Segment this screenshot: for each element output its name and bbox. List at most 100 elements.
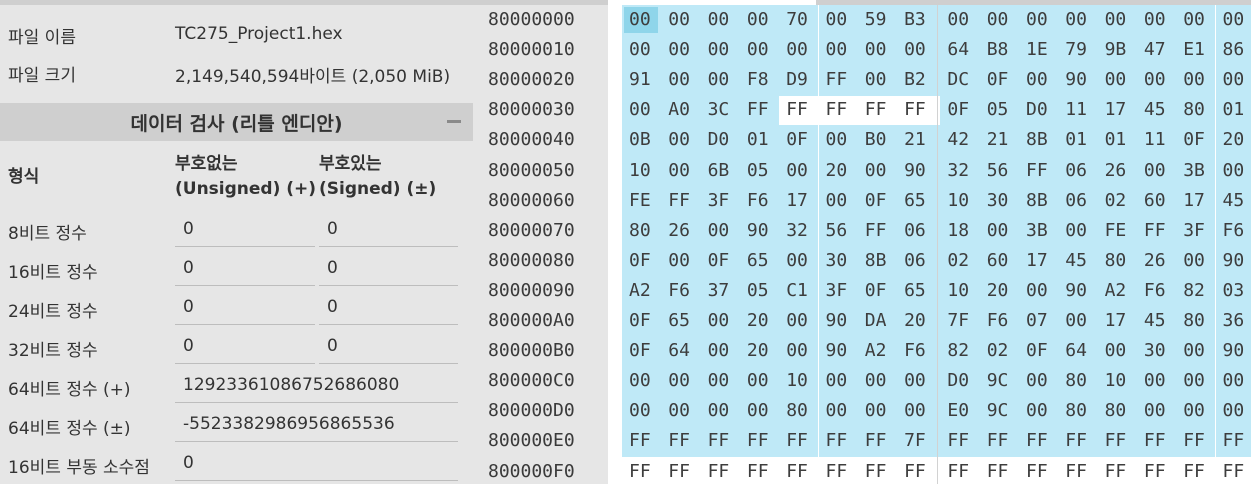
hex-byte[interactable]: 00 bbox=[668, 39, 690, 60]
hex-byte[interactable]: 80 bbox=[1105, 250, 1127, 271]
hex-byte[interactable]: 06 bbox=[1065, 160, 1087, 181]
hex-byte[interactable]: 02 bbox=[987, 340, 1009, 361]
hex-byte[interactable]: 02 bbox=[1105, 190, 1127, 211]
hex-byte[interactable]: FF bbox=[987, 430, 1009, 451]
hex-byte[interactable]: 21 bbox=[904, 129, 926, 150]
hex-byte[interactable]: 03 bbox=[1223, 280, 1245, 301]
hex-byte[interactable]: 80 bbox=[1065, 370, 1087, 391]
hex-byte[interactable]: FF bbox=[786, 99, 808, 120]
hex-byte[interactable]: 00 bbox=[708, 69, 730, 90]
unsigned-value-field[interactable]: 0 bbox=[183, 297, 194, 317]
hex-byte[interactable]: 01 bbox=[1105, 129, 1127, 150]
hex-byte[interactable]: 10 bbox=[629, 160, 651, 181]
hex-byte[interactable]: 00 bbox=[904, 39, 926, 60]
hex-byte[interactable]: F6 bbox=[747, 190, 769, 211]
hex-byte[interactable]: 00 bbox=[826, 370, 848, 391]
hex-byte[interactable]: FF bbox=[747, 99, 769, 120]
hex-byte[interactable]: 9C bbox=[987, 400, 1009, 421]
hex-byte[interactable]: 00 bbox=[1183, 250, 1205, 271]
hex-byte[interactable]: B8 bbox=[987, 39, 1009, 60]
hex-byte[interactable]: 05 bbox=[747, 280, 769, 301]
hex-byte[interactable]: 00 bbox=[947, 9, 969, 30]
hex-byte[interactable]: A2 bbox=[865, 340, 887, 361]
hex-byte[interactable]: 90 bbox=[826, 310, 848, 331]
hex-byte[interactable]: 3C bbox=[708, 99, 730, 120]
hex-byte[interactable]: C1 bbox=[786, 280, 808, 301]
hex-byte[interactable]: 65 bbox=[904, 190, 926, 211]
hex-byte[interactable]: 00 bbox=[1223, 9, 1245, 30]
hex-byte[interactable]: 10 bbox=[786, 370, 808, 391]
hex-byte[interactable]: D0 bbox=[947, 370, 969, 391]
hex-byte[interactable]: 0F bbox=[865, 280, 887, 301]
hex-byte[interactable]: 00 bbox=[987, 220, 1009, 241]
hex-byte[interactable]: 00 bbox=[826, 129, 848, 150]
hex-byte[interactable]: FF bbox=[865, 461, 887, 482]
hex-byte[interactable]: 00 bbox=[1223, 370, 1245, 391]
hex-byte[interactable]: 00 bbox=[1065, 9, 1087, 30]
hex-byte[interactable]: E1 bbox=[1183, 39, 1205, 60]
hex-byte[interactable]: 01 bbox=[747, 129, 769, 150]
hex-byte[interactable]: 00 bbox=[1026, 370, 1048, 391]
hex-byte[interactable]: D9 bbox=[786, 69, 808, 90]
hex-byte[interactable]: DA bbox=[865, 310, 887, 331]
hex-byte[interactable]: 60 bbox=[1144, 190, 1166, 211]
hex-byte[interactable]: 00 bbox=[786, 310, 808, 331]
hex-byte[interactable]: 00 bbox=[1144, 160, 1166, 181]
hex-byte[interactable]: 90 bbox=[1223, 340, 1245, 361]
hex-byte[interactable]: 00 bbox=[668, 400, 690, 421]
hex-byte[interactable]: 0F bbox=[987, 69, 1009, 90]
hex-byte[interactable]: FF bbox=[786, 430, 808, 451]
hex-byte[interactable]: 00 bbox=[1183, 370, 1205, 391]
inspector-value-field[interactable]: 0 bbox=[183, 453, 194, 473]
hex-byte[interactable]: 00 bbox=[708, 370, 730, 391]
hex-byte[interactable]: 00 bbox=[708, 39, 730, 60]
hex-byte[interactable]: 00 bbox=[1065, 220, 1087, 241]
hex-byte[interactable]: 06 bbox=[904, 250, 926, 271]
hex-byte[interactable]: 00 bbox=[1144, 69, 1166, 90]
hex-byte[interactable]: FF bbox=[1144, 430, 1166, 451]
hex-byte[interactable]: 00 bbox=[786, 160, 808, 181]
hex-byte[interactable]: FF bbox=[1065, 461, 1087, 482]
hex-byte[interactable]: 90 bbox=[826, 340, 848, 361]
hex-byte[interactable]: FF bbox=[1223, 430, 1245, 451]
hex-byte[interactable]: F6 bbox=[1223, 220, 1245, 241]
hex-byte[interactable]: 30 bbox=[987, 190, 1009, 211]
hex-byte[interactable]: FF bbox=[1026, 160, 1048, 181]
hex-byte[interactable]: 59 bbox=[865, 9, 887, 30]
hex-byte[interactable]: A2 bbox=[1105, 280, 1127, 301]
hex-byte[interactable]: FF bbox=[708, 461, 730, 482]
hex-byte[interactable]: 7F bbox=[904, 430, 926, 451]
hex-byte[interactable]: 17 bbox=[786, 190, 808, 211]
hex-byte[interactable]: 80 bbox=[1065, 400, 1087, 421]
hex-byte[interactable]: 0F bbox=[629, 340, 651, 361]
hex-byte[interactable]: 00 bbox=[708, 9, 730, 30]
hex-byte[interactable]: FF bbox=[826, 99, 848, 120]
hex-byte[interactable]: 17 bbox=[1105, 99, 1127, 120]
hex-byte[interactable]: 90 bbox=[747, 220, 769, 241]
hex-byte[interactable]: 00 bbox=[1026, 69, 1048, 90]
hex-byte[interactable]: 00 bbox=[629, 370, 651, 391]
hex-byte[interactable]: FF bbox=[668, 461, 690, 482]
signed-value-field[interactable]: 0 bbox=[327, 219, 338, 239]
collapse-icon[interactable] bbox=[447, 120, 461, 123]
hex-byte[interactable]: 00 bbox=[1183, 69, 1205, 90]
hex-byte[interactable]: 00 bbox=[668, 69, 690, 90]
hex-byte[interactable]: FF bbox=[865, 220, 887, 241]
hex-byte[interactable]: 06 bbox=[904, 220, 926, 241]
hex-byte[interactable]: 00 bbox=[1144, 9, 1166, 30]
hex-byte[interactable]: 01 bbox=[1065, 129, 1087, 150]
hex-byte[interactable]: FF bbox=[1065, 430, 1087, 451]
hex-byte[interactable]: 3F bbox=[1183, 220, 1205, 241]
hex-byte[interactable]: F6 bbox=[987, 310, 1009, 331]
hex-byte[interactable]: FF bbox=[904, 461, 926, 482]
hex-byte[interactable]: FF bbox=[786, 461, 808, 482]
hex-byte[interactable]: 00 bbox=[1105, 9, 1127, 30]
hex-byte[interactable]: FF bbox=[1144, 461, 1166, 482]
hex-byte[interactable]: 20 bbox=[826, 160, 848, 181]
signed-value-field[interactable]: 0 bbox=[327, 258, 338, 278]
hex-byte[interactable]: 00 bbox=[1183, 9, 1205, 30]
hex-byte[interactable]: 80 bbox=[629, 220, 651, 241]
hex-byte[interactable]: 00 bbox=[1223, 160, 1245, 181]
hex-byte[interactable]: 10 bbox=[1105, 370, 1127, 391]
hex-byte[interactable]: 56 bbox=[826, 220, 848, 241]
